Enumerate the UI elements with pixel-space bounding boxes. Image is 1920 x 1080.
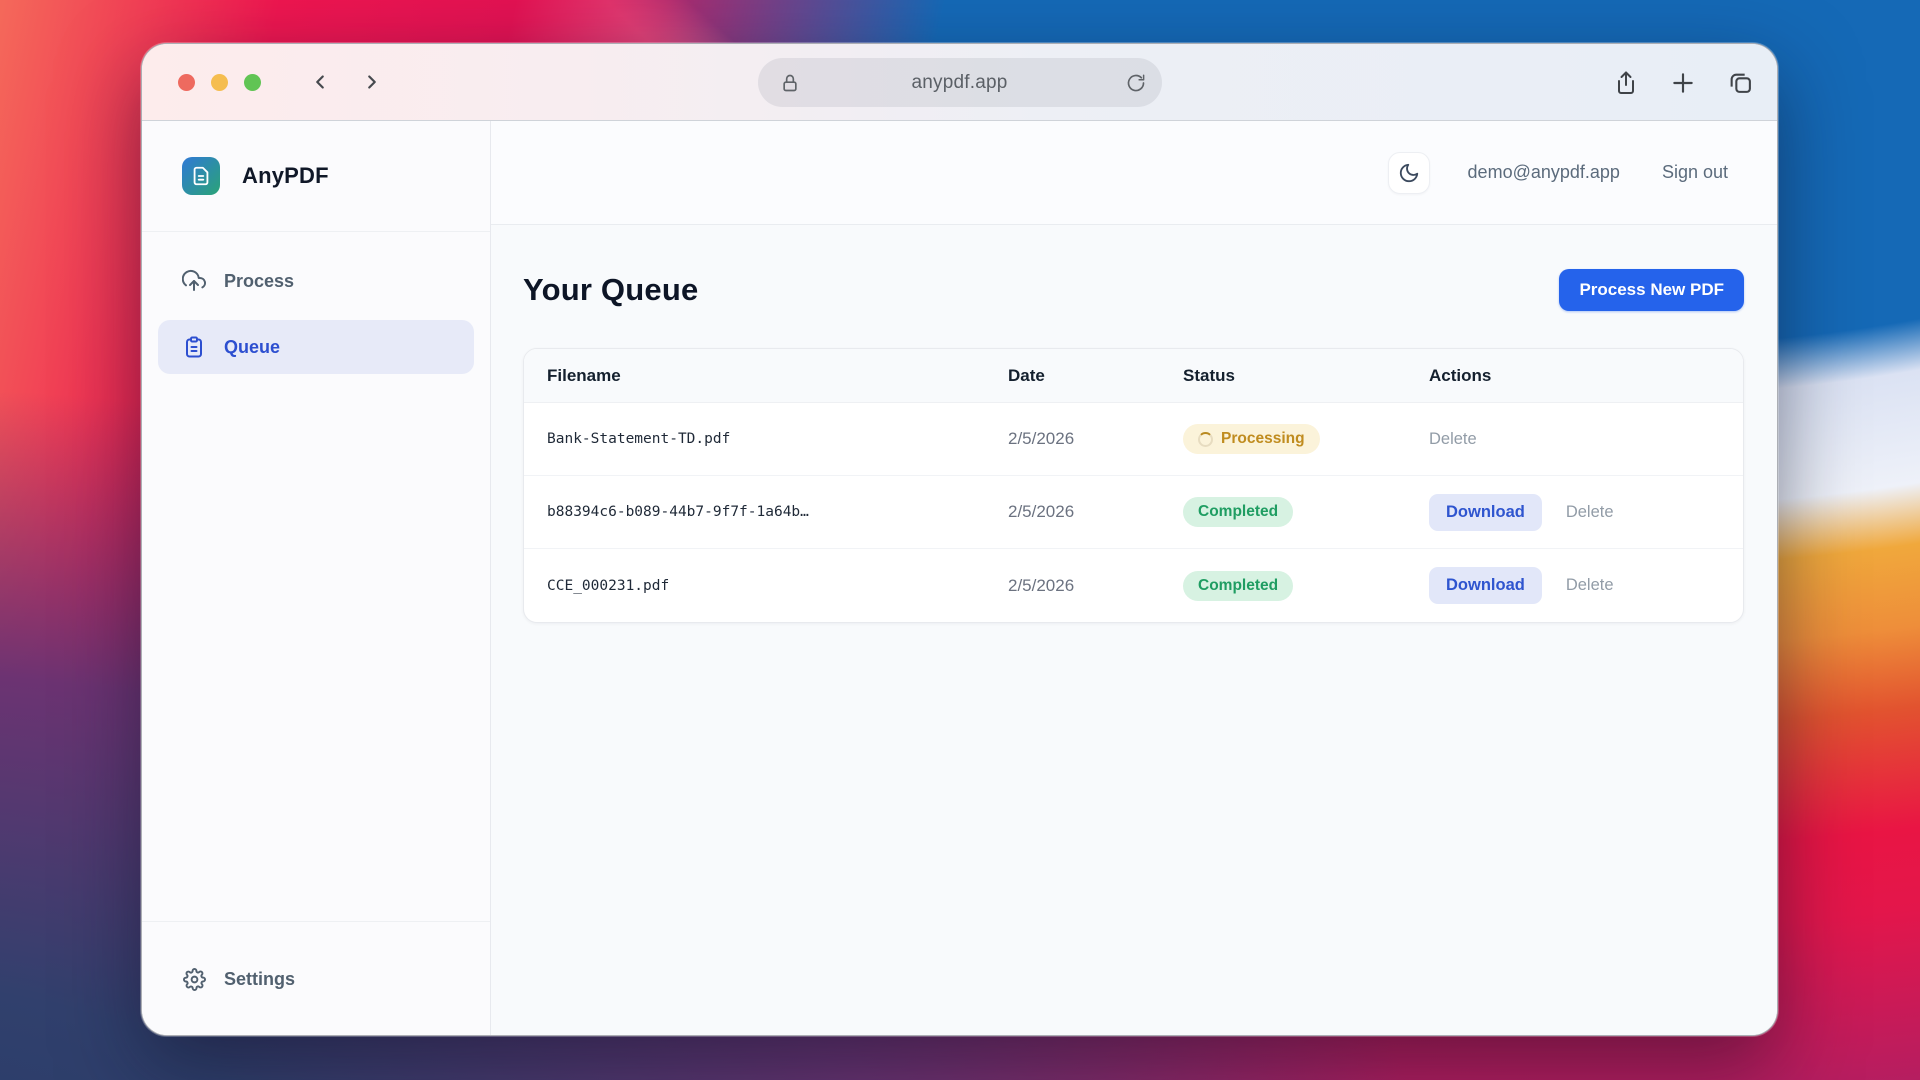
user-email: demo@anypdf.app bbox=[1467, 162, 1620, 182]
gear-icon bbox=[182, 967, 206, 991]
sidebar-item-settings[interactable]: Settings bbox=[158, 952, 474, 1006]
download-button[interactable]: Download bbox=[1429, 493, 1542, 531]
actions-cell: Download Delete bbox=[1429, 493, 1743, 531]
refresh-button[interactable] bbox=[1126, 73, 1146, 93]
browser-window: anypdf.app AnyPDF Process Queue Settings… bbox=[141, 43, 1778, 1036]
tab-overview-button[interactable] bbox=[1728, 70, 1753, 95]
spinner-icon bbox=[1198, 431, 1213, 447]
share-icon bbox=[1618, 71, 1634, 94]
share-button[interactable] bbox=[1614, 70, 1638, 96]
sign-out-link[interactable]: Sign out bbox=[1662, 162, 1728, 183]
status-label: Completed bbox=[1198, 503, 1279, 520]
table-row: Bank-Statement-TD.pdf 2/5/2026 Processin… bbox=[524, 403, 1743, 476]
browser-actions bbox=[1614, 44, 1753, 121]
column-header-actions: Actions bbox=[1429, 365, 1492, 385]
page-content: Your Queue Process New PDF Filename Date… bbox=[491, 225, 1777, 623]
filename-cell: Bank-Statement-TD.pdf bbox=[547, 431, 731, 447]
actions-cell: Download Delete bbox=[1429, 567, 1743, 604]
table-row: CCE_000231.pdf 2/5/2026 Completed Downlo… bbox=[524, 549, 1743, 622]
sidebar-item-label: Queue bbox=[224, 336, 281, 357]
column-header-status: Status bbox=[1183, 365, 1235, 385]
sidebar-item-label: Settings bbox=[224, 968, 296, 989]
clipboard-icon bbox=[182, 335, 206, 359]
sidebar: AnyPDF Process Queue Settings bbox=[142, 121, 491, 1035]
column-header-filename: Filename bbox=[547, 365, 621, 385]
page-header: Your Queue Process New PDF bbox=[523, 269, 1744, 311]
filename-cell: b88394c6-b089-44b7-9f7f-1a64b… bbox=[547, 504, 809, 520]
actions-cell: Delete bbox=[1429, 430, 1743, 449]
filename-cell: CCE_000231.pdf bbox=[547, 577, 670, 594]
status-label: Processing bbox=[1221, 430, 1305, 447]
status-badge: Completed bbox=[1183, 497, 1294, 527]
close-window-button[interactable] bbox=[178, 73, 195, 91]
date-cell: 2/5/2026 bbox=[1008, 502, 1075, 521]
tabs-icon bbox=[1730, 73, 1751, 93]
window-controls bbox=[178, 73, 261, 91]
sidebar-item-process[interactable]: Process bbox=[158, 254, 474, 308]
zoom-window-button[interactable] bbox=[244, 73, 261, 91]
sidebar-item-queue[interactable]: Queue bbox=[158, 320, 474, 374]
moon-icon bbox=[1399, 163, 1418, 182]
sidebar-nav: Process Queue bbox=[142, 232, 490, 921]
new-tab-button[interactable] bbox=[1670, 70, 1696, 96]
sidebar-footer: Settings bbox=[142, 921, 490, 1035]
url-text: anypdf.app bbox=[911, 71, 1008, 93]
table-row: b88394c6-b089-44b7-9f7f-1a64b… 2/5/2026 … bbox=[524, 476, 1743, 549]
chevron-right-icon bbox=[368, 75, 376, 89]
delete-link[interactable]: Delete bbox=[1566, 503, 1614, 522]
browser-nav bbox=[307, 69, 385, 95]
column-header-date: Date bbox=[1008, 365, 1045, 385]
chevron-left-icon bbox=[316, 75, 324, 89]
back-button[interactable] bbox=[307, 69, 333, 95]
app-body: AnyPDF Process Queue Settings demo@anypd… bbox=[142, 121, 1777, 1035]
sidebar-item-label: Process bbox=[224, 270, 295, 291]
status-badge: Completed bbox=[1183, 570, 1294, 601]
status-badge: Processing bbox=[1183, 424, 1320, 454]
date-cell: 2/5/2026 bbox=[1008, 575, 1075, 595]
main-area: demo@anypdf.app Sign out Your Queue Proc… bbox=[491, 121, 1777, 1035]
cloud-upload-icon bbox=[182, 269, 206, 293]
app-header: demo@anypdf.app Sign out bbox=[491, 121, 1777, 225]
date-cell: 2/5/2026 bbox=[1008, 429, 1075, 448]
table-header-row: Filename Date Status Actions bbox=[524, 349, 1743, 403]
brand-name: AnyPDF bbox=[242, 163, 329, 188]
process-new-pdf-button[interactable]: Process New PDF bbox=[1559, 269, 1744, 311]
dark-mode-toggle[interactable] bbox=[1387, 151, 1430, 194]
brand: AnyPDF bbox=[142, 121, 490, 231]
anypdf-logo-icon bbox=[182, 157, 220, 195]
queue-table: Filename Date Status Actions Bank-Statem… bbox=[523, 348, 1744, 623]
download-button[interactable]: Download bbox=[1429, 567, 1542, 604]
status-label: Completed bbox=[1198, 576, 1279, 594]
browser-toolbar: anypdf.app bbox=[142, 44, 1777, 121]
delete-link[interactable]: Delete bbox=[1429, 430, 1477, 449]
plus-icon bbox=[1673, 72, 1693, 93]
delete-link[interactable]: Delete bbox=[1566, 576, 1614, 595]
forward-button[interactable] bbox=[359, 69, 385, 95]
minimize-window-button[interactable] bbox=[211, 73, 228, 91]
page-title: Your Queue bbox=[523, 272, 699, 307]
address-bar[interactable]: anypdf.app bbox=[757, 58, 1162, 107]
